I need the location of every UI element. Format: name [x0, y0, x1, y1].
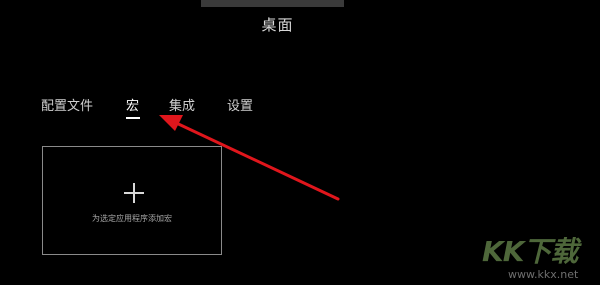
plus-icon — [124, 183, 144, 203]
annotation-arrow-head — [159, 115, 183, 131]
tab-macros[interactable]: 宏 — [126, 95, 140, 119]
tab-integrations[interactable]: 集成 — [169, 95, 195, 114]
watermark-logo: KK下载 www.kkx.net — [474, 230, 600, 285]
window-drag-handle[interactable] — [201, 0, 344, 7]
tab-profiles-label: 配置文件 — [41, 99, 94, 114]
tab-profiles[interactable]: 配置文件 — [41, 95, 93, 114]
tab-integrations-label: 集成 — [169, 99, 196, 114]
tab-settings[interactable]: 设置 — [227, 95, 253, 114]
window-title: 桌面 — [261, 16, 294, 34]
app-window: 桌面 配置文件 宏 集成 设置 为选定应用程序添加宏 KK下载 www.kkx.… — [0, 0, 600, 285]
add-macro-label: 为选定应用程序添加宏 — [92, 214, 172, 223]
tab-settings-label: 设置 — [227, 99, 254, 114]
watermark-brand: KK下载 — [482, 235, 578, 268]
tab-macros-label: 宏 — [126, 99, 140, 114]
watermark-url: www.kkx.net — [508, 268, 579, 281]
active-tab-indicator — [126, 117, 140, 119]
add-macro-button[interactable]: 为选定应用程序添加宏 — [42, 146, 222, 255]
